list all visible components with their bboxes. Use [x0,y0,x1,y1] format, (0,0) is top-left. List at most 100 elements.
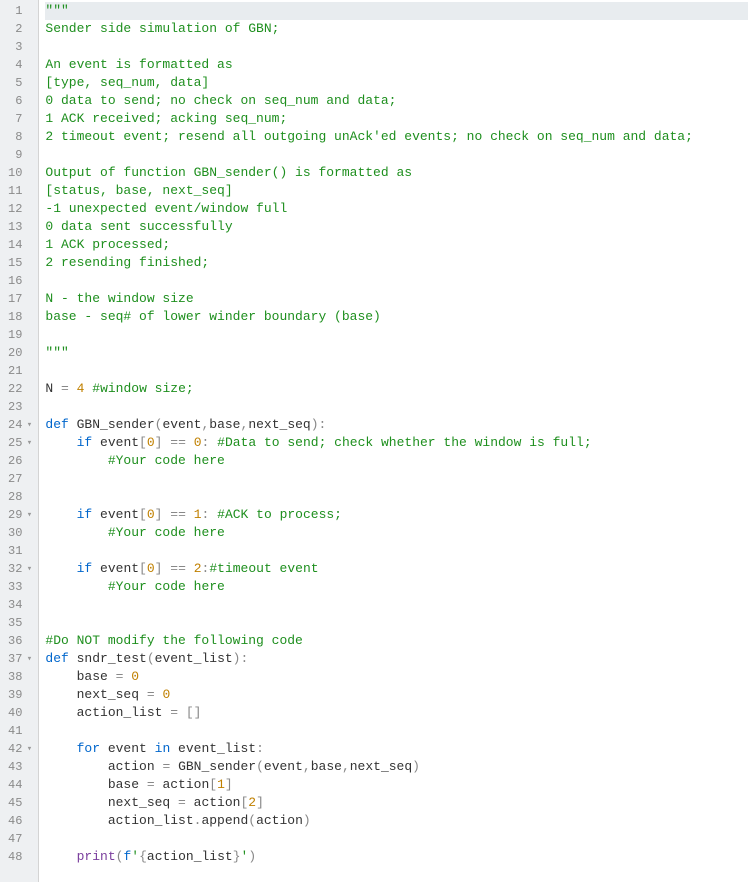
token-bracket: [ [139,561,147,576]
token-str: N - the window size [45,291,193,306]
code-line[interactable]: print(f'{action_list}') [45,848,748,866]
fold-toggle-icon[interactable]: ▾ [24,510,34,520]
code-line[interactable]: action_list = [] [45,704,748,722]
code-line[interactable]: [type, seq_num, data] [45,74,748,92]
token-var [209,435,217,450]
code-line[interactable] [45,38,748,56]
line-number-text: 7 [15,112,22,126]
code-line[interactable]: 1 ACK received; acking seq_num; [45,110,748,128]
token-var [69,651,77,666]
line-number: 12 [0,200,38,218]
code-line[interactable]: 2 timeout event; resend all outgoing unA… [45,128,748,146]
code-line[interactable]: action_list.append(action) [45,812,748,830]
line-number-text: 12 [8,202,22,216]
code-line[interactable] [45,398,748,416]
code-area[interactable]: """Sender side simulation of GBN;An even… [39,0,748,882]
code-line[interactable] [45,146,748,164]
line-number: 4 [0,56,38,74]
code-line[interactable]: Output of function GBN_sender() is forma… [45,164,748,182]
code-line[interactable] [45,542,748,560]
token-var: action_list [45,705,170,720]
code-line[interactable] [45,614,748,632]
line-number: 32▾ [0,560,38,578]
code-line[interactable]: 2 resending finished; [45,254,748,272]
code-line[interactable] [45,362,748,380]
code-line[interactable]: Sender side simulation of GBN; [45,20,748,38]
fold-toggle-icon[interactable]: ▾ [24,420,34,430]
code-line[interactable]: for event in event_list: [45,740,748,758]
code-line[interactable] [45,470,748,488]
line-number: 7 [0,110,38,128]
code-line[interactable] [45,722,748,740]
code-line[interactable]: 0 data sent successfully [45,218,748,236]
code-line[interactable] [45,272,748,290]
line-number-text: 34 [8,598,22,612]
line-number: 46 [0,812,38,830]
line-number-text: 15 [8,256,22,270]
token-num: 2 [194,561,202,576]
line-number: 5 [0,74,38,92]
line-number: 11 [0,182,38,200]
line-number-text: 28 [8,490,22,504]
line-number-text: 8 [15,130,22,144]
line-number-text: 46 [8,814,22,828]
line-number-text: 41 [8,724,22,738]
token-fn: GBN_sender [178,759,256,774]
code-line[interactable]: base = action[1] [45,776,748,794]
line-number: 10 [0,164,38,182]
code-line[interactable]: """ [45,2,748,20]
code-line[interactable]: """ [45,344,748,362]
token-var [45,579,107,594]
token-op: == [170,507,186,522]
code-line[interactable]: 0 data to send; no check on seq_num and … [45,92,748,110]
code-line[interactable]: N = 4 #window size; [45,380,748,398]
code-line[interactable]: #Your code here [45,524,748,542]
token-comment: #window size; [92,381,193,396]
token-op: , [342,759,350,774]
token-var: action [155,777,210,792]
code-line[interactable]: base = 0 [45,668,748,686]
token-kw: def [45,651,68,666]
fold-toggle-icon[interactable]: ▾ [24,564,34,574]
line-number: 18 [0,308,38,326]
code-line[interactable]: #Your code here [45,452,748,470]
fold-toggle-icon[interactable]: ▾ [24,744,34,754]
code-line[interactable]: N - the window size [45,290,748,308]
token-var: event [162,417,201,432]
token-var [209,507,217,522]
token-var: N [45,381,61,396]
token-comment: #Do NOT modify the following code [45,633,302,648]
code-line[interactable] [45,488,748,506]
code-line[interactable] [45,830,748,848]
line-number-text: 3 [15,40,22,54]
code-line[interactable]: if event[0] == 1: #ACK to process; [45,506,748,524]
token-str: 1 ACK processed; [45,237,170,252]
code-line[interactable]: #Your code here [45,578,748,596]
code-line[interactable] [45,596,748,614]
line-number: 27 [0,470,38,488]
token-str: -1 unexpected event/window full [45,201,287,216]
code-line[interactable]: 1 ACK processed; [45,236,748,254]
token-op: == [170,435,186,450]
code-line[interactable]: #Do NOT modify the following code [45,632,748,650]
fold-toggle-icon[interactable]: ▾ [24,438,34,448]
code-line[interactable]: [status, base, next_seq] [45,182,748,200]
fold-toggle-icon[interactable]: ▾ [24,654,34,664]
code-line[interactable]: base - seq# of lower winder boundary (ba… [45,308,748,326]
code-line[interactable]: if event[0] == 0: #Data to send; check w… [45,434,748,452]
code-line[interactable]: An event is formatted as [45,56,748,74]
code-line[interactable]: if event[0] == 2:#timeout event [45,560,748,578]
code-line[interactable]: def sndr_test(event_list): [45,650,748,668]
line-number-text: 30 [8,526,22,540]
code-line[interactable]: -1 unexpected event/window full [45,200,748,218]
line-number: 41 [0,722,38,740]
code-line[interactable]: next_seq = action[2] [45,794,748,812]
line-number: 21 [0,362,38,380]
code-line[interactable]: action = GBN_sender(event,base,next_seq) [45,758,748,776]
line-number: 15 [0,254,38,272]
token-kw: if [77,435,93,450]
line-number-text: 22 [8,382,22,396]
code-line[interactable]: def GBN_sender(event,base,next_seq): [45,416,748,434]
code-line[interactable]: next_seq = 0 [45,686,748,704]
code-line[interactable] [45,326,748,344]
